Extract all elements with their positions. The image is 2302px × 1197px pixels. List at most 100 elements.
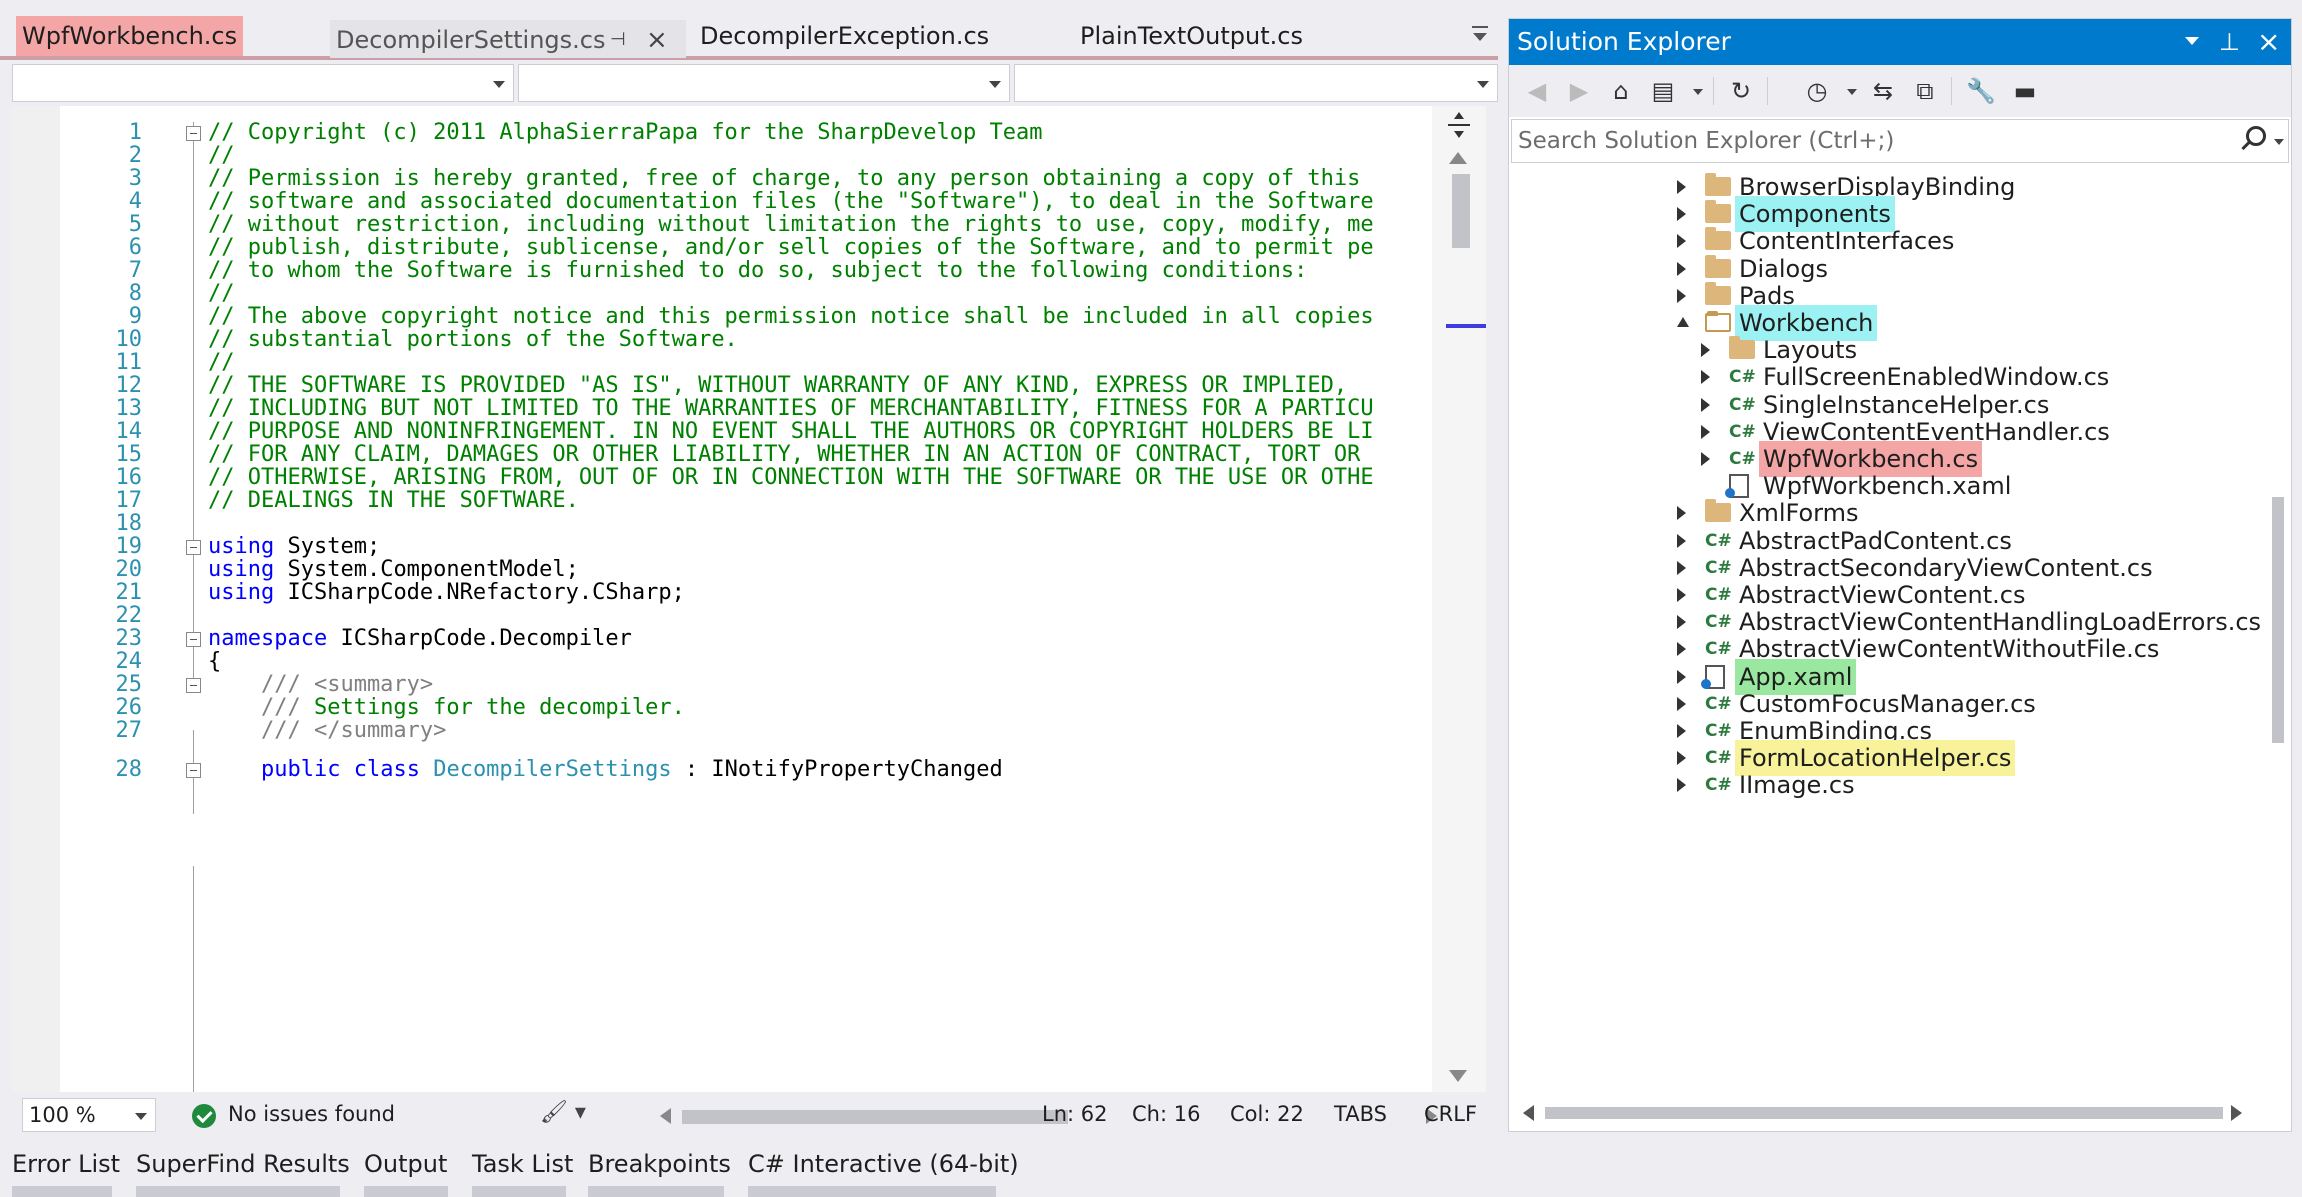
scroll-thumb[interactable] — [1545, 1107, 2223, 1119]
collapsed-arrow-icon[interactable] — [1677, 560, 1686, 575]
code-line[interactable]: 28 public class DecompilerSettings : INo… — [12, 753, 1436, 787]
home-icon[interactable]: ⌂ — [1605, 75, 1637, 107]
scroll-right-icon[interactable] — [2231, 1105, 2242, 1121]
zoom-dropdown[interactable]: 100 % — [22, 1098, 156, 1132]
tree-vertical-scrollbar[interactable] — [2265, 167, 2291, 1095]
sync-with-active-document-icon[interactable]: ⇆ — [1867, 75, 1899, 107]
tab-output[interactable]: Output — [364, 1150, 447, 1178]
collapsed-arrow-icon[interactable] — [1677, 234, 1686, 249]
chevron-down-icon[interactable] — [1847, 89, 1857, 95]
properties-wrench-icon[interactable]: 🔧 — [1965, 75, 1997, 107]
scroll-left-icon[interactable] — [660, 1108, 671, 1124]
tab-csharp-interactive[interactable]: C# Interactive (64-bit) — [748, 1150, 1019, 1178]
member-dropdown[interactable] — [1014, 64, 1498, 102]
collapsed-arrow-icon[interactable] — [1677, 724, 1686, 738]
char-indicator[interactable]: Ch: 16 — [1132, 1102, 1200, 1126]
collapsed-arrow-icon[interactable] — [1701, 370, 1710, 385]
collapsed-arrow-icon[interactable] — [1701, 397, 1710, 412]
collapsed-arrow-icon[interactable] — [1677, 180, 1686, 194]
back-icon[interactable]: ◀ — [1521, 75, 1553, 107]
indentation-indicator[interactable]: TABS — [1334, 1102, 1387, 1126]
tab-decompilerexception[interactable]: DecompilerException.cs — [694, 16, 995, 56]
collapsed-arrow-icon[interactable] — [1677, 261, 1686, 276]
pin-icon[interactable]: ⊥ — [2219, 19, 2240, 65]
tab-breakpoints[interactable]: Breakpoints — [588, 1150, 731, 1178]
folder-icon — [1705, 200, 1731, 224]
tab-error-list[interactable]: Error List — [12, 1150, 120, 1178]
code-line[interactable]: 27 /// </summary> — [12, 714, 1436, 748]
collapsed-arrow-icon[interactable] — [1677, 506, 1686, 521]
solution-explorer-toolbar: ◀ ▶ ⌂ ▤ ↻ ◷ ⇆ ⧉ 🔧 ▬ — [1509, 65, 2291, 117]
editor-vertical-scrollbar[interactable] — [1432, 106, 1486, 1092]
scroll-thumb[interactable] — [682, 1110, 1068, 1124]
ide-window: WpfWorkbench.cs DecompilerSettings.cs ⊣ … — [0, 0, 2302, 1197]
collapsed-arrow-icon[interactable] — [1677, 207, 1686, 222]
tab-decompilersettings[interactable]: DecompilerSettings.cs ⊣ × — [330, 20, 686, 58]
tab-underline — [12, 1186, 112, 1197]
solution-explorer-title-bar[interactable]: Solution Explorer ⊥ × — [1509, 19, 2291, 65]
search-icon[interactable] — [2246, 126, 2266, 146]
folder-icon — [1729, 336, 1755, 360]
open-folder-icon — [1705, 311, 1731, 332]
navigation-bar — [12, 62, 1498, 104]
collapsed-arrow-icon[interactable] — [1701, 452, 1710, 466]
switch-views-icon[interactable]: ▤ — [1647, 75, 1679, 107]
csharp-file-icon: C# — [1705, 775, 1732, 796]
chevron-down-icon — [135, 1113, 147, 1120]
type-dropdown[interactable] — [518, 64, 1010, 102]
collapsed-arrow-icon[interactable] — [1677, 642, 1686, 657]
code-cleanup-brush-icon[interactable]: 🖌 ▾ — [540, 1100, 590, 1130]
fold-guide — [193, 866, 194, 1092]
tree-horizontal-scrollbar[interactable] — [1509, 1095, 2291, 1131]
collapse-all-icon[interactable]: ⧉ — [1909, 75, 1941, 107]
expanded-arrow-icon[interactable] — [1677, 317, 1689, 327]
collapsed-arrow-icon[interactable] — [1677, 533, 1686, 548]
scroll-up-icon[interactable] — [1449, 152, 1467, 164]
collapsed-arrow-icon[interactable] — [1677, 588, 1686, 602]
window-options-icon[interactable] — [2185, 37, 2199, 45]
close-icon[interactable]: × — [646, 20, 668, 60]
pending-changes-filter-icon[interactable]: ↻ — [1725, 75, 1757, 107]
split-view-icon[interactable] — [1444, 110, 1474, 140]
tool-window-tabs: Error List SuperFind Results Output Task… — [0, 1138, 2302, 1197]
collapsed-arrow-icon[interactable] — [1677, 669, 1686, 684]
line-number: 27 — [115, 718, 143, 743]
chevron-down-icon[interactable] — [2274, 139, 2284, 145]
folder-icon — [1705, 227, 1731, 251]
tab-task-list[interactable]: Task List — [472, 1150, 573, 1178]
collapsed-arrow-icon[interactable] — [1701, 424, 1710, 439]
line-indicator[interactable]: Ln: 62 — [1042, 1102, 1107, 1126]
collapsed-arrow-icon[interactable] — [1677, 751, 1686, 766]
editor-status-bar: 100 % No issues found 🖌 ▾ Ln: 62 Ch: 16 … — [12, 1094, 1498, 1138]
scroll-down-icon[interactable] — [1449, 1070, 1467, 1082]
collapsed-arrow-icon[interactable] — [1701, 343, 1710, 358]
tab-superfind-results[interactable]: SuperFind Results — [136, 1150, 350, 1178]
collapsed-arrow-icon[interactable] — [1677, 615, 1686, 630]
forward-icon[interactable]: ▶ — [1563, 75, 1595, 107]
collapsed-arrow-icon[interactable] — [1677, 696, 1686, 711]
line-ending-indicator[interactable]: CRLF — [1424, 1102, 1477, 1126]
tab-wpfworkbench[interactable]: WpfWorkbench.cs — [16, 16, 244, 56]
scroll-thumb[interactable] — [1452, 174, 1470, 248]
scroll-left-icon[interactable] — [1523, 1105, 1534, 1121]
solution-tree[interactable]: BrowserDisplayBinding Components ContentIn… — [1509, 167, 2263, 1081]
project-dropdown[interactable] — [12, 64, 514, 102]
chevron-down-icon[interactable] — [1693, 89, 1703, 95]
scroll-thumb[interactable] — [2272, 497, 2284, 743]
collapse-toggle-icon[interactable] — [186, 763, 201, 778]
pin-icon[interactable]: ⊣ — [610, 20, 626, 60]
tree-item[interactable]: C# IImage.cs — [1509, 767, 2263, 803]
issues-status[interactable]: No issues found — [228, 1102, 395, 1126]
code-editor[interactable]: 1// Copyright (c) 2011 AlphaSierraPapa f… — [12, 106, 1486, 1092]
tab-overflow-icon[interactable] — [1470, 24, 1490, 44]
collapsed-arrow-icon[interactable] — [1677, 288, 1686, 303]
column-indicator[interactable]: Col: 22 — [1230, 1102, 1304, 1126]
solution-explorer-search[interactable]: Search Solution Explorer (Ctrl+;) — [1511, 119, 2289, 163]
tab-underline — [364, 1186, 448, 1197]
collapsed-arrow-icon[interactable] — [1677, 778, 1686, 793]
tab-plaintextoutput[interactable]: PlainTextOutput.cs — [1074, 16, 1309, 56]
close-icon[interactable]: × — [2257, 19, 2280, 65]
preview-selected-items-icon[interactable]: ▬ — [2009, 75, 2041, 107]
history-icon[interactable]: ◷ — [1801, 75, 1833, 107]
